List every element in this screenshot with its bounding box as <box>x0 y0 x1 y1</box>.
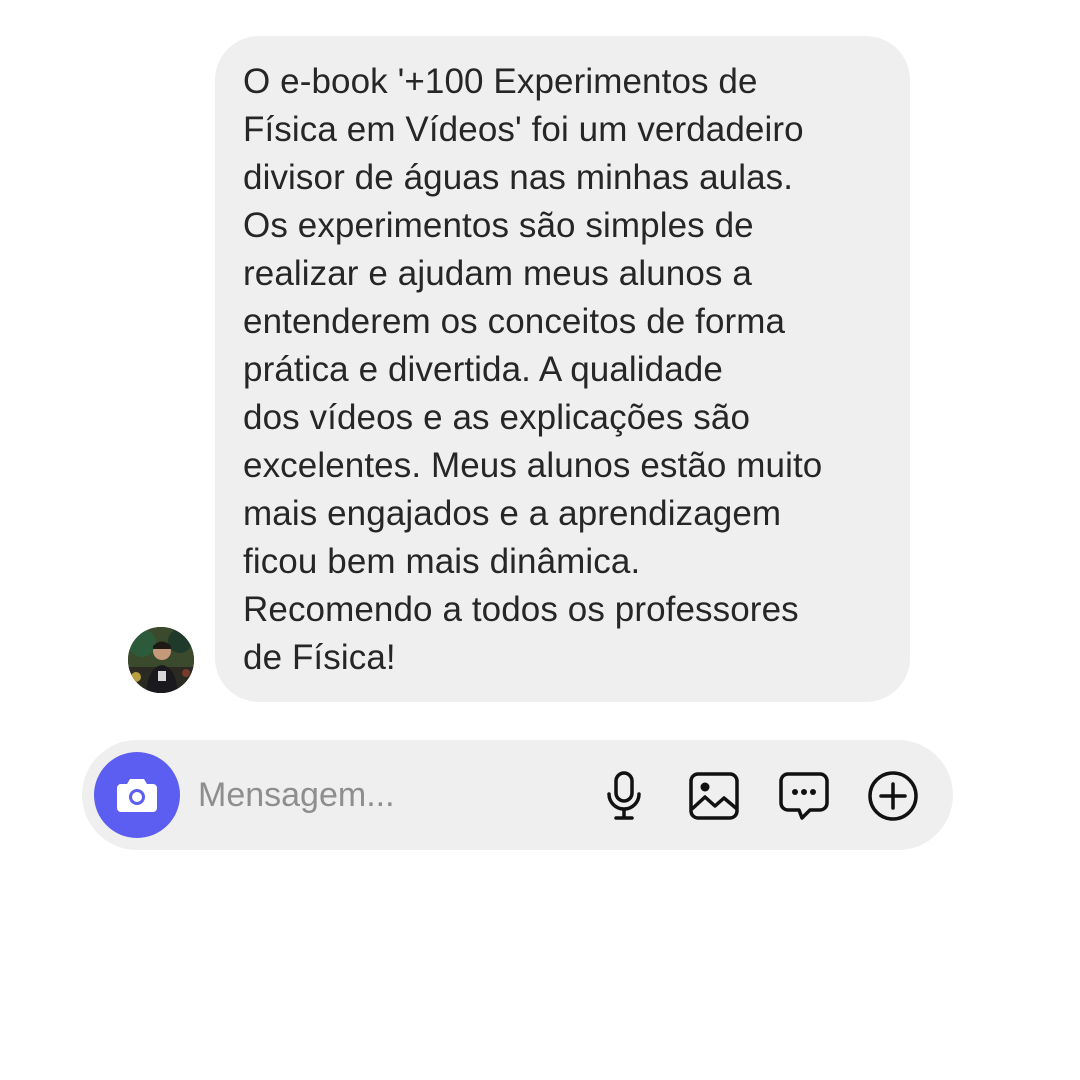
image-icon <box>689 772 739 820</box>
message-row: O e-book '+100 Experimentos de Física em… <box>0 0 1080 720</box>
message-composer <box>82 740 953 850</box>
chat-screen: O e-book '+100 Experimentos de Física em… <box>0 0 1080 1080</box>
sticker-button[interactable] <box>776 768 832 824</box>
avatar-photo <box>128 627 194 693</box>
avatar[interactable] <box>128 627 194 693</box>
add-button[interactable] <box>865 768 921 824</box>
gallery-button[interactable] <box>686 768 742 824</box>
message-text: O e-book '+100 Experimentos de Física em… <box>243 62 823 677</box>
microphone-button[interactable] <box>596 768 652 824</box>
camera-icon <box>117 779 157 812</box>
message-input[interactable] <box>198 768 578 822</box>
plus-circle-icon <box>868 771 918 821</box>
message-bubble[interactable]: O e-book '+100 Experimentos de Física em… <box>215 36 910 702</box>
chat-bubble-icon <box>779 772 829 820</box>
camera-button[interactable] <box>94 752 180 838</box>
microphone-icon <box>607 771 641 820</box>
